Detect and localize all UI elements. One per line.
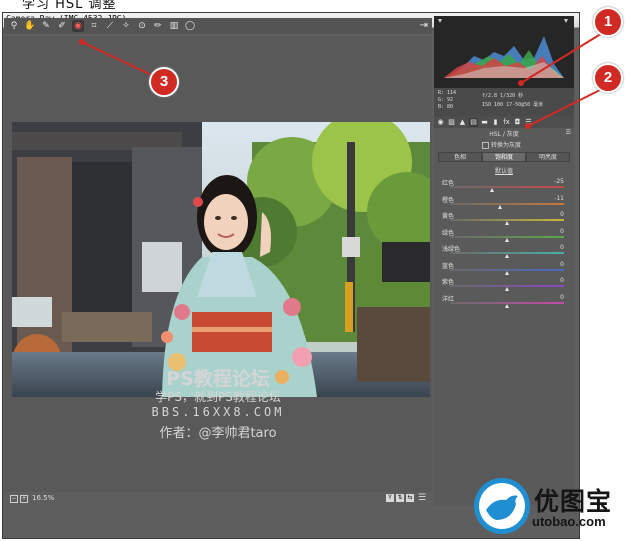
color-sampler-icon[interactable]: ✐ [56,20,68,32]
before-after-toggle-button[interactable]: Y [386,494,394,502]
watermark-url: BBS.16XX8.COM [151,405,285,419]
lens-corrections-icon[interactable]: ▮ [491,118,500,127]
crop-icon[interactable]: ⌗ [88,20,100,32]
red-eye-icon[interactable]: ⊙ [136,20,148,32]
split-toning-icon[interactable]: ▬ [480,118,489,127]
tool-list: ⚲ ✋ ✎ ✐ ◉ ⌗ ⟋ ✧ ⊙ ✏ ▥ ◯ [4,20,196,32]
slider-thumb[interactable] [490,188,495,192]
effects-icon[interactable]: fx [502,118,511,127]
bird-logo-icon [474,478,530,534]
basic-icon[interactable]: ◉ [436,118,445,127]
slider-track[interactable] [450,186,564,188]
slider-thumb[interactable] [504,221,509,225]
slider-value[interactable]: 0 [560,294,564,301]
bottom-status-bar: − + 16.5% Y ⇅ ⇆ ☰ [4,493,432,505]
slider-thumb[interactable] [504,303,509,308]
hsl-slider-row: 黄色 0 [442,211,570,227]
logo-title: 优图宝 [534,487,613,516]
hsl-icon[interactable]: ▤ [469,117,478,127]
histogram [434,16,574,88]
presets-icon[interactable]: ☰ [524,118,533,127]
copy-settings-button[interactable]: ⇆ [406,494,414,502]
settings-menu-icon[interactable]: ☰ [418,493,426,503]
slider-value[interactable]: 0 [560,277,564,284]
green-readout: G: 92 [438,97,454,103]
hsl-slider-row: 红色 -25 [442,178,570,194]
spot-removal-icon[interactable]: ✧ [120,20,132,32]
graduated-filter-icon[interactable]: ▥ [168,20,180,32]
slider-thumb[interactable] [504,237,509,242]
default-link[interactable]: 默认值 [434,166,574,175]
top-clipped-caption: 学习 HSL 调整 [0,0,636,12]
zoom-out-button[interactable]: − [10,495,18,503]
aperture-shutter: f/2.8 1/320 秒 [482,93,524,99]
slider-thumb[interactable] [504,270,509,275]
convert-grayscale-checkbox[interactable]: 转换为灰度 [482,140,521,149]
slider-value[interactable]: -11 [554,195,564,202]
histogram-graph [438,19,568,78]
slider-value[interactable]: 0 [560,261,564,268]
red-readout: R: 114 [438,90,457,96]
watermark-title: PS教程论坛 [166,368,270,390]
slider-track[interactable] [450,202,564,205]
slider-value[interactable]: 0 [560,211,564,218]
hsl-title-text: HSL / 灰度 [489,131,519,138]
targeted-adjustment-icon[interactable]: ◉ [72,20,84,32]
blue-readout: B: 80 [438,104,454,110]
annotation-badge-1: 1 [593,7,623,37]
zoom-in-button[interactable]: + [20,495,28,503]
camera-calibration-icon[interactable]: ◘ [513,118,522,127]
hsl-slider-row: 蓝色 0 [442,261,570,277]
hsl-slider-row: 橙色 -11 [442,195,570,211]
open-preferences-icon[interactable]: ⇥ [420,20,428,31]
hsl-slider-row: 绿色 0 [442,228,570,244]
swap-settings-button[interactable]: ⇅ [396,494,404,502]
white-balance-icon[interactable]: ✎ [40,20,52,32]
hsl-subtab[interactable]: 饱和度 [482,152,526,162]
annotation-badge-2: 2 [593,63,623,93]
hand-icon[interactable]: ✋ [24,20,36,32]
panel-menu-icon[interactable]: ☰ [566,129,571,136]
slider-value[interactable]: 0 [560,244,564,251]
hsl-slider-row: 紫色 0 [442,277,570,293]
watermark-slogan: 学PS，就到PS教程论坛 [155,390,281,404]
slider-thumb[interactable] [498,204,503,209]
zoom-level[interactable]: 16.5% [32,494,54,502]
iso-lens: ISO 100 17-50@50 毫米 [482,102,544,108]
adjustment-brush-icon[interactable]: ✏ [152,20,164,32]
annotation-badge-3: 3 [149,67,179,97]
hsl-section-title: HSL / 灰度 ☰ [434,129,574,139]
slider-value[interactable]: 0 [560,228,564,235]
convert-grayscale-label: 转换为灰度 [491,142,522,149]
straighten-icon[interactable]: ⟋ [104,20,116,32]
hsl-subtab[interactable]: 色相 [438,152,482,162]
checkbox-box[interactable] [482,142,489,149]
hsl-subtab[interactable]: 明亮度 [526,152,570,162]
watermark-author: 作者：@李帅君taro [159,426,277,441]
slider-value[interactable]: -25 [554,178,564,185]
hsl-slider-row: 洋红 0 [442,294,570,310]
detail-icon[interactable]: ▲ [458,118,467,127]
slider-thumb[interactable] [504,287,509,291]
adjustment-panel: R: 114 G: 92 B: 80 f/2.8 1/320 秒 ISO 100… [434,16,574,506]
photo-preview [12,122,430,397]
radial-filter-icon[interactable]: ◯ [184,20,196,32]
tone-curve-icon[interactable]: ▨ [447,118,456,127]
tool-bar: ⚲ ✋ ✎ ✐ ◉ ⌗ ⟋ ✧ ⊙ ✏ ▥ ◯ ⇥ [4,18,432,34]
zoom-icon[interactable]: ⚲ [8,20,20,32]
slider-thumb[interactable] [504,254,509,258]
camera-info: R: 114 G: 92 B: 80 f/2.8 1/320 秒 ISO 100… [434,88,574,116]
hsl-slider-row: 浅绿色 0 [442,244,570,260]
panel-tab-strip: ◉ ▨ ▲ ▤ ▬ ▮ fx ◘ ☰ [434,116,574,128]
hsl-subtabs: 色相 饱和度 明亮度 [438,152,570,162]
clipped-caption-text: 学习 HSL 调整 [22,0,117,12]
logo-url: utobao.com [532,514,606,529]
utobao-logo: 优图宝 utobao.com [472,476,636,538]
